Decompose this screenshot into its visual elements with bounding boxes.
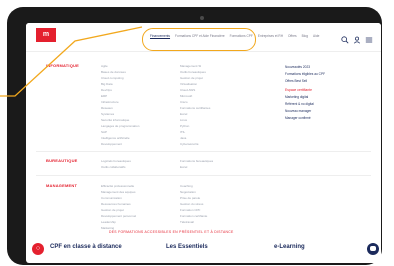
section-divider [36,151,371,152]
menu-link[interactable]: Management SI [180,64,210,68]
menu-link[interactable]: ERP [101,94,139,98]
menu-link[interactable]: Efficacité professionnelle [101,184,136,188]
bottom-tab-essentiels[interactable]: Les Essentiels [166,244,208,250]
menu-link[interactable]: Développement [101,142,139,146]
management-column-2: Coaching Négociation Prise de parole Ges… [180,184,207,224]
camera [200,16,204,20]
menu-link[interactable]: Gestion du stress [180,202,207,206]
menu-link[interactable]: Formation certifiante [180,214,207,218]
menu-link[interactable]: Cloud computing [101,76,139,80]
screen: m Financements Formations CPF et Aide Fi… [26,23,381,263]
category-management[interactable]: MANAGEMENT [46,183,77,188]
side-link[interactable]: Nouveau manager [285,109,325,113]
menu-link[interactable]: Gestion de projet [101,208,136,212]
menu-link[interactable]: Java [180,136,210,140]
menu-link[interactable]: Prise de parole [180,196,207,200]
brand-logo[interactable]: m [36,28,56,42]
menu-link[interactable]: Big Data [101,82,139,86]
menu-icon[interactable] [365,31,373,43]
menu-link[interactable]: Formations bureautiques [180,159,213,163]
menu-link[interactable]: Formation CPF [180,208,207,212]
menu-link[interactable]: Ressources humaines [101,202,136,206]
side-link[interactable]: Référent & no digital [285,102,325,106]
menu-link[interactable]: Sécurité informatique [101,118,139,122]
menu-link[interactable]: Cloud AWS [180,88,210,92]
menu-link[interactable]: Coaching [180,184,207,188]
menu-link[interactable]: Leadership [101,220,136,224]
menu-link[interactable]: Cybersécurité [180,142,210,146]
menu-link[interactable]: Management des équipes [101,190,136,194]
menu-link[interactable]: Python [180,124,210,128]
search-icon[interactable] [341,31,349,44]
menu-link[interactable]: Excel [180,112,210,116]
nav-item-formations-cpf-aide[interactable]: Formations CPF et Aide Financière [175,34,225,38]
user-icon[interactable] [353,31,361,44]
menu-link[interactable]: DevOps [101,88,139,92]
menu-link[interactable]: Négociation [180,190,207,194]
nav-item-financements[interactable]: Financements [150,34,170,38]
menu-link[interactable]: Intelligence artificielle [101,136,139,140]
nav-item-entreprises-rh[interactable]: Entreprises et RH [258,34,283,38]
menu-link[interactable]: Microsoft [180,94,210,98]
nav-item-formations-cpf[interactable]: Formations CPF [230,34,253,38]
side-link[interactable]: Manager confirmé [285,116,325,120]
menu-link[interactable]: Systèmes [101,112,139,116]
informatique-column-1: Agile Bases de données Cloud computing B… [101,64,139,146]
bottom-tab-elearning[interactable]: e-Learning [274,244,305,250]
bottom-tab-cpf[interactable]: CPF en classe à distance [50,244,122,250]
laptop-bezel: m Financements Formations CPF et Aide Fi… [7,7,382,265]
main-nav: Financements Formations CPF et Aide Fina… [150,34,319,38]
chat-left-button[interactable]: ○ [32,243,44,255]
category-informatique[interactable]: INFORMATIQUE [46,63,79,68]
menu-link[interactable]: Cisco [180,100,210,104]
menu-link[interactable]: Bases de données [101,70,139,74]
menu-link[interactable]: Formations certifiantes [180,106,210,110]
side-link[interactable]: Offres Best Sell [285,79,325,83]
menu-link[interactable]: Réseaux [101,106,139,110]
menu-link[interactable]: Virtualisation [180,82,210,86]
menu-link[interactable]: Logiciels bureautiques [101,159,131,163]
bureautique-column-1: Logiciels bureautiques Outils collaborat… [101,159,131,169]
informatique-column-2: Management SI Outils bureautiques Gestio… [180,64,210,146]
menu-link[interactable]: Agile [101,64,139,68]
nav-item-blog[interactable]: Blog [302,34,308,38]
side-heading: Espace certifiante [285,88,312,92]
nav-item-aide[interactable]: Aide [313,34,319,38]
side-link[interactable]: Nouveautés 2023 [285,65,325,69]
menu-link[interactable]: Linux [180,118,210,122]
side-panel: Nouveautés 2023 Formations éligibles au … [285,65,325,120]
menu-link[interactable]: Outils bureautiques [180,70,210,74]
menu-link[interactable]: Infrastructure [101,100,139,104]
section-divider [36,175,371,176]
nav-item-offres[interactable]: Offres [288,34,297,38]
chat-bubble-button[interactable] [367,243,379,255]
top-navigation: m Financements Formations CPF et Aide Fi… [26,23,381,52]
promo-banner: DES FORMATIONS ACCESSIBLES EN PRÉSENTIEL… [109,230,234,234]
menu-link[interactable]: Télétravail [180,220,207,224]
bureautique-column-2: Formations bureautiques Excel [180,159,213,169]
management-column-1: Efficacité professionnelle Management de… [101,184,136,230]
header-icons [341,31,373,44]
side-link[interactable]: Formations éligibles au CPF [285,72,325,76]
menu-link[interactable]: SAP [101,130,139,134]
menu-link[interactable]: Outils collaboratifs [101,165,131,169]
menu-link[interactable]: Langages de programmation [101,124,139,128]
category-bureautique[interactable]: BUREAUTIQUE [46,158,78,163]
menu-link[interactable]: Développement personnel [101,214,136,218]
side-link[interactable]: Marketing digital [285,95,325,99]
menu-link[interactable]: Excel [180,165,213,169]
menu-link[interactable]: Gestion de projet [180,76,210,80]
menu-link[interactable]: ITIL [180,130,210,134]
menu-link[interactable]: Communication [101,196,136,200]
